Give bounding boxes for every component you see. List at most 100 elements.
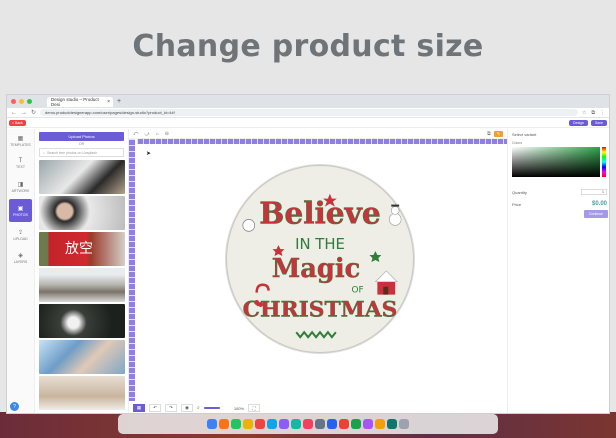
undo-icon[interactable]: ⤺ (133, 131, 138, 137)
rail-text[interactable]: T Text (7, 152, 34, 175)
photo-thumbnail[interactable] (39, 160, 125, 194)
christmas-design-art: Believe IN THE Magic OF CHRISTMAS (242, 193, 402, 339)
upload-photos-button[interactable]: Upload Photos (39, 132, 124, 141)
snowman-icon (388, 204, 402, 226)
url-field[interactable]: demo.productdesignerapp.com/user/pages/d… (40, 109, 578, 116)
price-value: $0.00 (591, 201, 607, 207)
quantity-stepper[interactable]: 1 (581, 189, 607, 195)
home-icon[interactable]: ⌂ (156, 131, 159, 137)
photo-thumbnail[interactable] (39, 376, 125, 410)
chrome-icon[interactable] (339, 419, 349, 429)
reload-icon[interactable]: ↻ (31, 109, 36, 116)
photo-thumbnail[interactable]: 放空 (39, 232, 125, 266)
fullscreen-icon[interactable]: ⛶ (248, 404, 261, 412)
undo-button[interactable]: ↶ (149, 404, 161, 412)
rail-label: Artwork (11, 188, 30, 193)
app-icon[interactable] (387, 419, 397, 429)
design-line-believe: Believe (259, 195, 381, 230)
photo-thumbnail[interactable] (39, 268, 125, 302)
help-icon[interactable]: ? (10, 402, 19, 411)
tab-close-icon[interactable]: × (107, 99, 110, 105)
templates-icon: ▦ (17, 135, 24, 142)
photo-grid: 放空 (35, 160, 128, 410)
settings-icon[interactable] (315, 419, 325, 429)
back-button[interactable]: < Back (9, 119, 26, 126)
layers-icon: ◈ (18, 252, 23, 259)
app-icon[interactable] (291, 419, 301, 429)
continue-button[interactable]: Continue (584, 210, 608, 218)
horizontal-ruler (137, 139, 507, 144)
mouse-cursor-icon: ➤ (146, 151, 152, 157)
launchpad-icon[interactable] (219, 419, 229, 429)
minimize-window-dot[interactable] (19, 99, 24, 104)
photo-thumbnail[interactable] (39, 304, 125, 338)
maximize-window-dot[interactable] (27, 99, 32, 104)
rail-label: Upload (13, 236, 28, 241)
close-window-dot[interactable] (11, 99, 16, 104)
bunting-decoration (295, 330, 337, 339)
app-icon[interactable] (375, 419, 385, 429)
search-icon: ⌕ (43, 150, 45, 155)
zoom-icon: ⌕ (197, 405, 200, 411)
banner: Change product size (0, 0, 616, 92)
app-icon[interactable] (351, 419, 361, 429)
design-button[interactable]: Design (569, 119, 589, 126)
menu-icon[interactable]: ⋮ (600, 110, 605, 116)
vertical-ruler (129, 139, 135, 401)
tab-bar: Design studio – Product Desi × + (7, 95, 609, 108)
save-button[interactable]: Save (591, 119, 607, 126)
finder-icon[interactable] (207, 419, 217, 429)
vscode-icon[interactable] (327, 419, 337, 429)
canvas-bottom-bar: ▦ ↶ ↷ ◉ ⌕ 100% ⛶ (129, 401, 507, 413)
copy-icon[interactable]: ⧉ (487, 131, 491, 137)
preview-icon[interactable]: ◉ (181, 404, 193, 412)
candy-cane-icon (255, 283, 270, 293)
music-icon[interactable] (303, 419, 313, 429)
zoom-out-icon[interactable]: ⊖ (165, 131, 169, 137)
notes-icon[interactable] (243, 419, 253, 429)
color-picker[interactable] (512, 147, 607, 177)
color-saturation-area[interactable] (512, 147, 600, 177)
rail-label: Text (16, 165, 25, 169)
product-design-circle[interactable]: Believe IN THE Magic OF CHRISTMAS (226, 165, 414, 353)
banner-title: Change product size (132, 28, 484, 64)
rail-upload[interactable]: ⇪ Upload (7, 223, 34, 246)
design-line-christmas: CHRISTMAS (243, 297, 398, 322)
extensions-icon[interactable]: ⧉ (591, 110, 595, 116)
trash-icon[interactable] (399, 419, 409, 429)
photo-thumbnail[interactable] (39, 196, 125, 230)
grid-view-button[interactable]: ▦ (133, 404, 145, 412)
app-icon[interactable] (363, 419, 373, 429)
photo-search-input[interactable]: ⌕ Search free photos on Unsplash (39, 148, 124, 157)
design-line-magic: Magic (272, 254, 361, 284)
calendar-icon[interactable] (255, 419, 265, 429)
variant-panel: Select variant Colors Quantity 1 Price $… (507, 129, 609, 413)
messages-icon[interactable] (231, 419, 241, 429)
variant-title: Select variant (512, 132, 537, 137)
hue-slider[interactable] (602, 147, 606, 177)
workspace: ▦ Templates T Text ◨ Artwork ▣ Photos ⇪ … (7, 129, 609, 413)
redo-button[interactable]: ↷ (165, 404, 177, 412)
edit-button[interactable]: ✎ (493, 130, 503, 137)
forward-arrow-icon[interactable]: → (21, 110, 27, 116)
rail-photos[interactable]: ▣ Photos (9, 199, 32, 222)
zoom-slider[interactable] (203, 407, 220, 409)
photo-thumbnail[interactable] (39, 340, 125, 374)
or-divider: OR (78, 142, 85, 146)
new-tab-button[interactable]: + (117, 98, 121, 105)
app-icon[interactable] (279, 419, 289, 429)
rail-layers[interactable]: ◈ Layers (7, 246, 34, 269)
rail-label: Photos (13, 212, 28, 217)
zoom-value: 100% (233, 405, 245, 411)
photos-panel: Upload Photos OR ⌕ Search free photos on… (35, 129, 129, 413)
rail-artwork[interactable]: ◨ Artwork (7, 175, 34, 198)
star-icon[interactable]: ☆ (582, 110, 586, 116)
rail-label: Layers (13, 259, 28, 264)
browser-tab[interactable]: Design studio – Product Desi × (47, 96, 113, 107)
colors-label: Colors (512, 141, 523, 145)
safari-icon[interactable] (267, 419, 277, 429)
back-arrow-icon[interactable]: ← (11, 110, 17, 116)
rail-templates[interactable]: ▦ Templates (7, 129, 34, 152)
redo-icon[interactable]: ⤻ (144, 131, 149, 137)
search-placeholder: Search free photos on Unsplash (46, 150, 97, 155)
